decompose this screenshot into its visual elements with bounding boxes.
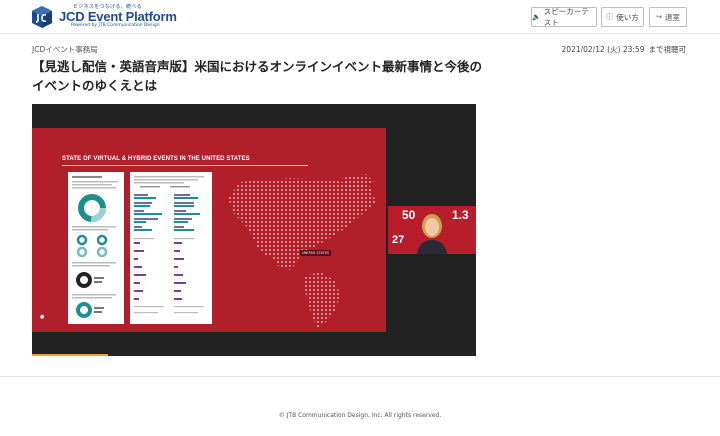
- footer-divider: [0, 376, 720, 377]
- speaker-test-label: スピーカーテスト: [543, 7, 589, 27]
- site-logo[interactable]: ビジネスをつなげる、統べる JCD Event Platform Powered…: [30, 4, 177, 30]
- map-label-united-states: UNITED STATES: [300, 250, 332, 257]
- availability-info: 2021/02/12 (火) 23:59 まで視聴可: [562, 44, 686, 55]
- slide-infographic-bars: [130, 172, 212, 324]
- slide-divider: [62, 165, 308, 166]
- help-icon: ⓘ: [606, 13, 614, 21]
- slide-infographic-left: [68, 172, 124, 324]
- presentation-slide: STATE OF VIRTUAL & HYBRID EVENTS IN THE …: [32, 128, 386, 332]
- camera-stat-3: 1.3: [452, 208, 469, 222]
- camera-stat-2: 27: [392, 234, 405, 246]
- help-label: 使い方: [616, 12, 639, 22]
- video-player[interactable]: STATE OF VIRTUAL & HYBRID EVENTS IN THE …: [32, 104, 476, 356]
- help-button[interactable]: ⓘ 使い方: [601, 7, 644, 27]
- speaker-test-button[interactable]: 🔈 スピーカーテスト: [531, 7, 597, 27]
- exit-label: 退室: [664, 12, 680, 22]
- exit-icon: ↪: [656, 13, 662, 21]
- slide-brand-mark: ●: [40, 314, 45, 320]
- video-progress-bar[interactable]: [32, 354, 108, 356]
- footer-copyright: © JTB Communication Design, Inc. All rig…: [278, 412, 442, 419]
- page-title: 【見逃し配信・英語音声版】米国におけるオンラインイベント最新事情と今後のイベント…: [32, 59, 483, 93]
- speaker-avatar: [417, 214, 447, 254]
- availability-date: 2021/02/12 (火) 23:59: [561, 45, 645, 54]
- page-header: ビジネスをつなげる、統べる JCD Event Platform Powered…: [0, 0, 720, 34]
- exit-button[interactable]: ↪ 退室: [649, 7, 687, 27]
- logo-subtitle: Powered by JTB Communication Design: [71, 23, 160, 29]
- availability-suffix: まで視聴可: [648, 45, 687, 54]
- speaker-camera-feed: 50 27 1.3: [388, 206, 476, 254]
- logo-cube-icon: [30, 5, 54, 29]
- logo-name: JCD Event Platform: [59, 9, 177, 25]
- speaker-icon: 🔈: [532, 13, 541, 21]
- event-organizer: JCDイベント事務局: [32, 45, 98, 54]
- logo-text: ビジネスをつなげる、統べる JCD Event Platform Powered…: [59, 5, 177, 29]
- slide-title: STATE OF VIRTUAL & HYBRID EVENTS IN THE …: [62, 156, 250, 162]
- camera-stat-1: 50: [402, 208, 416, 222]
